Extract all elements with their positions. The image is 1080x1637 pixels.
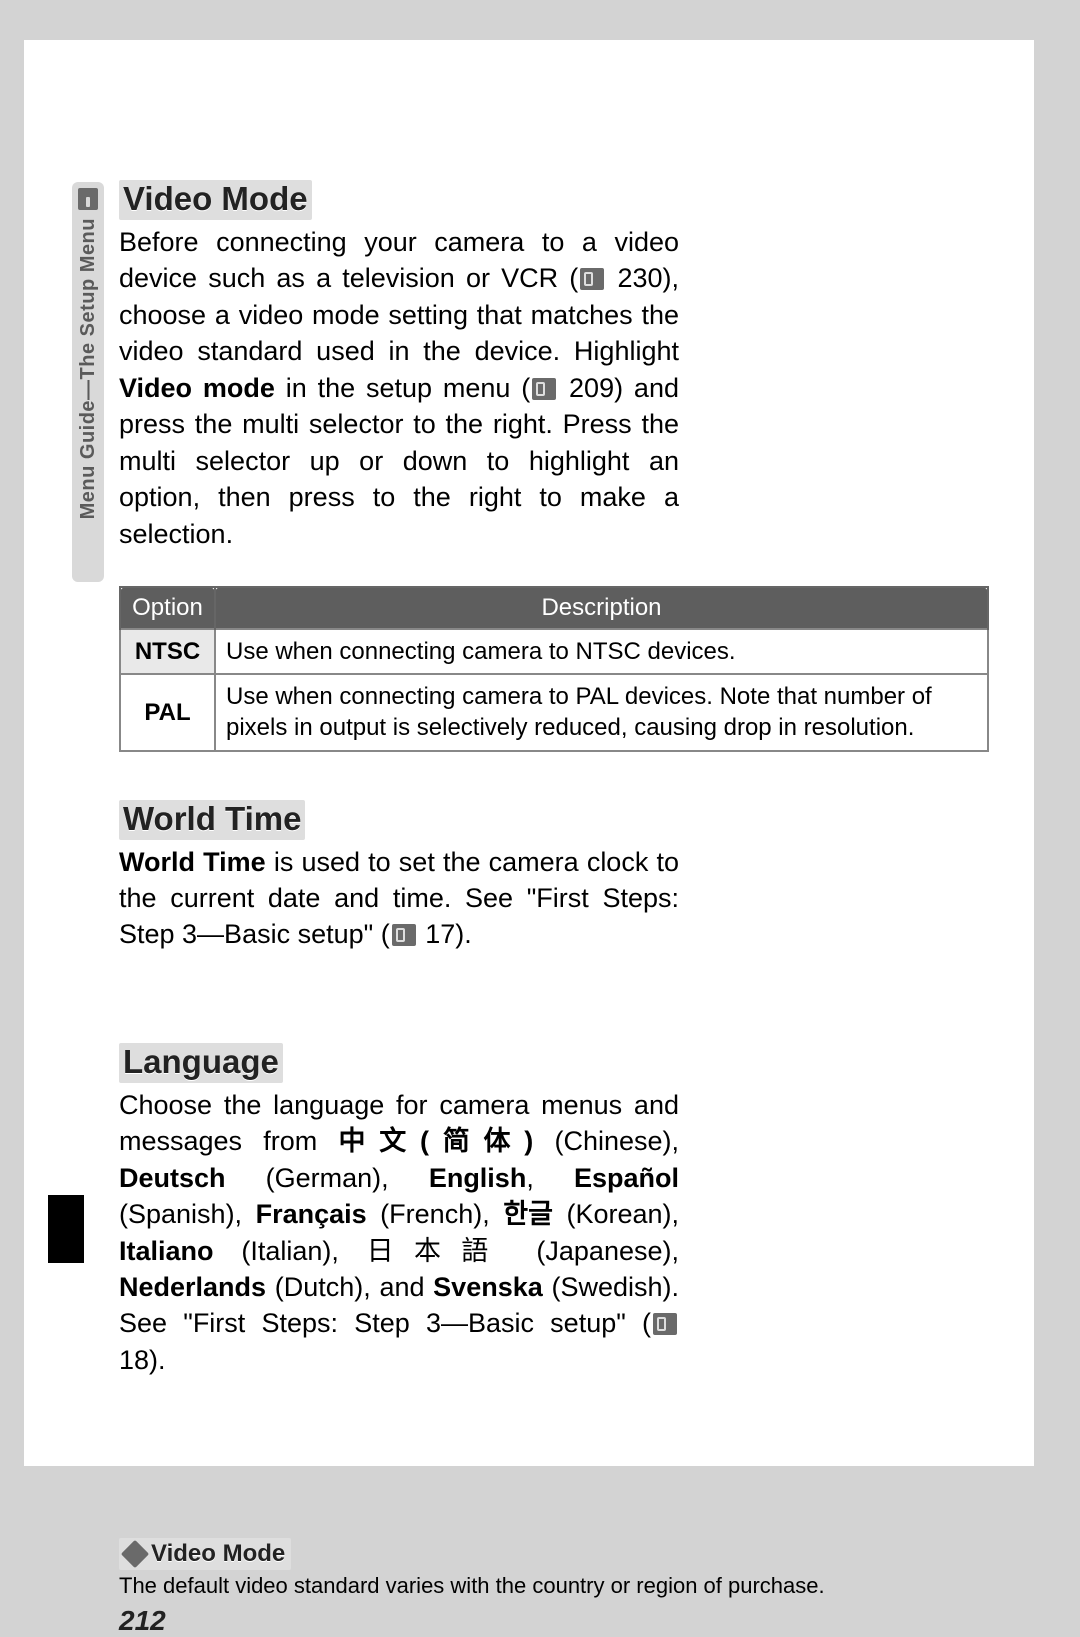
lang-option: Nederlands [119, 1272, 266, 1302]
page-ref-number: 209 [558, 373, 614, 403]
language-paragraph: Choose the language for camera menus and… [119, 1087, 679, 1379]
col-header-description: Description [215, 587, 988, 629]
option-name-cell: PAL [120, 674, 215, 750]
thumb-index-mark [48, 1195, 84, 1263]
lang-option: English [429, 1163, 527, 1193]
lang-option: Italiano [119, 1236, 214, 1266]
table-row: PAL Use when connecting camera to PAL de… [120, 674, 988, 750]
video-mode-options-table: Option Description NTSC Use when connect… [119, 586, 989, 752]
option-desc-cell: Use when connecting camera to PAL device… [215, 674, 988, 750]
text-run: (Dutch), and [266, 1272, 433, 1302]
lang-option: Español [574, 1163, 679, 1193]
option-desc-cell: Use when connecting camera to NTSC devic… [215, 629, 988, 674]
text-run: (Korean), [553, 1199, 679, 1229]
menu-item-name: Video mode [119, 373, 275, 403]
page-ref-icon [392, 924, 416, 946]
lang-option: 한글 [503, 1199, 553, 1229]
page-ref-number: 18 [119, 1345, 149, 1375]
page-ref-icon [653, 1313, 677, 1335]
heading-world-time: World Time [119, 800, 305, 840]
text-run: ). [149, 1345, 166, 1375]
note-title-text: Video Mode [151, 1540, 285, 1568]
note-block: Video Mode The default video standard va… [119, 1538, 989, 1637]
page-ref-icon [532, 378, 556, 400]
text-run: (Chinese), [533, 1126, 679, 1156]
page-ref-number: 230 [606, 263, 662, 293]
section-tab-label: Menu Guide—The Setup Menu [77, 214, 100, 523]
heading-video-mode: Video Mode [119, 180, 312, 220]
world-time-paragraph: World Time is used to set the camera clo… [119, 844, 679, 953]
text-run: (German), [226, 1163, 429, 1193]
wrench-icon [78, 188, 98, 210]
manual-page: Menu Guide—The Setup Menu Video Mode Bef… [24, 40, 1034, 1466]
text-run: in the setup menu ( [275, 373, 530, 403]
text-run: ). [455, 919, 472, 949]
lang-option: Deutsch [119, 1163, 226, 1193]
text-run: (French), [367, 1199, 504, 1229]
note-text: The default video standard varies with t… [119, 1572, 989, 1601]
lang-option: 中文(简体) [339, 1126, 534, 1156]
note-title: Video Mode [119, 1538, 291, 1570]
pencil-icon [121, 1540, 149, 1568]
term-bold: World Time [119, 847, 266, 877]
table-row: NTSC Use when connecting camera to NTSC … [120, 629, 988, 674]
page-ref-icon [580, 268, 604, 290]
text-run: , [526, 1163, 574, 1193]
page-ref-number: 17 [418, 919, 456, 949]
section-tab: Menu Guide—The Setup Menu [72, 182, 104, 582]
col-header-option: Option [120, 587, 215, 629]
lang-option: Français [256, 1199, 367, 1229]
text-run: (Italian), 日本語 (Japanese), [214, 1236, 679, 1266]
option-name-cell: NTSC [120, 629, 215, 674]
text-run: (Spanish), [119, 1199, 256, 1229]
lang-option: Svenska [433, 1272, 543, 1302]
video-mode-paragraph: Before connecting your camera to a video… [119, 224, 679, 552]
page-number: 212 [119, 1605, 989, 1637]
heading-language: Language [119, 1043, 283, 1083]
table-header-row: Option Description [120, 587, 988, 629]
